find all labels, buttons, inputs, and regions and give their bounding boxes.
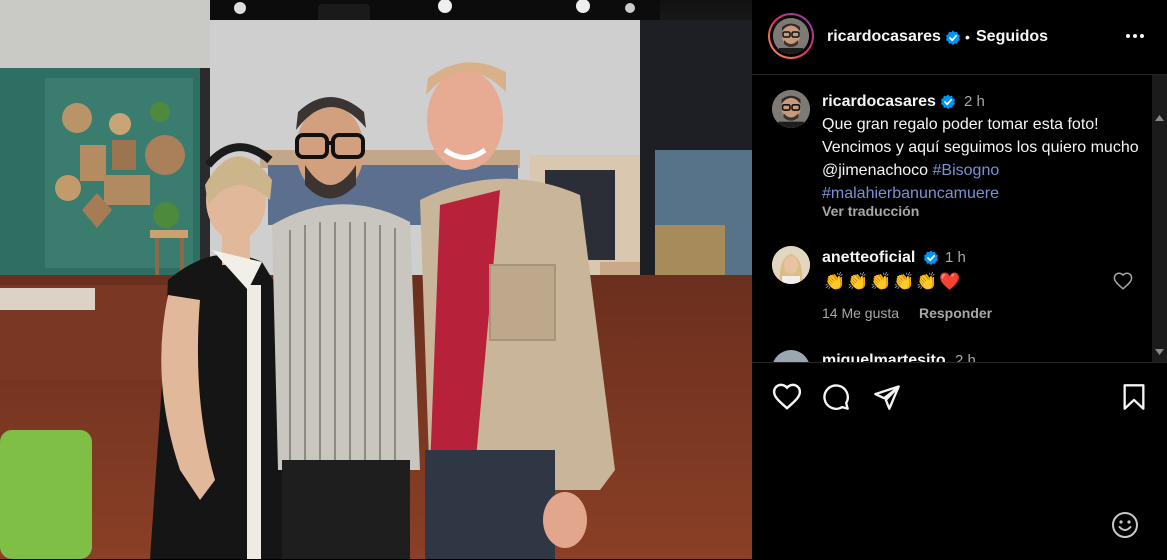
comments-list[interactable]: ricardocasares 2 h Que gran regalo poder… [752,75,1152,362]
post-header: ricardocasares • Seguidos [752,0,1167,75]
mention-link[interactable]: @jimenachoco [822,162,928,179]
reply-button[interactable]: Responder [919,305,992,321]
heart-icon[interactable] [772,383,802,410]
hashtag-link[interactable]: #malahierbanuncamuere [822,185,999,202]
avatar [773,18,809,54]
verified-badge-icon [946,30,960,46]
post-username[interactable]: ricardocasares [827,28,941,46]
scroll-down-arrow-icon[interactable] [1155,349,1164,355]
comment-time: 1 h [945,249,966,266]
comment-text: 👏 👏 👏 👏 👏 ❤️ [824,272,961,292]
post-image [0,0,752,559]
caption-body: Que gran regalo poder tomar esta foto! V… [822,116,1139,156]
comment-avatar[interactable] [772,246,810,284]
story-ring[interactable] [768,13,814,59]
clapping-hands-emoji: 👏 [916,272,938,291]
caption-text: Que gran regalo poder tomar esta foto! V… [822,113,1142,205]
separator-dot: • [965,29,970,45]
comment-avatar[interactable] [772,350,810,362]
clapping-hands-emoji: 👏 [824,272,846,291]
following-button[interactable]: Seguidos [976,28,1048,46]
caption-avatar[interactable] [772,90,810,128]
comment-username[interactable]: miguelmartesito [822,352,946,362]
bookmark-icon[interactable] [1122,383,1146,411]
comments-scrollbar[interactable] [1152,75,1167,362]
clapping-hands-emoji: 👏 [870,272,892,291]
caption-time: 2 h [964,93,985,110]
hashtag-link[interactable]: #Bisogno [933,162,1000,179]
comment-username[interactable]: anetteoficial [822,249,915,267]
clapping-hands-emoji: 👏 [847,272,869,291]
comment-likes-count[interactable]: 14 Me gusta [822,305,899,321]
post-actions-bar [752,362,1167,560]
post-details-panel: ricardocasares • Seguidos ricardocasares… [752,0,1167,559]
comment-time: 2 h [955,352,976,362]
comment-icon[interactable] [822,383,850,411]
scroll-up-arrow-icon[interactable] [1155,115,1164,121]
red-heart-emoji: ❤️ [939,272,961,291]
more-horizontal-icon[interactable] [1124,28,1146,44]
clapping-hands-emoji: 👏 [893,272,915,291]
caption-username[interactable]: ricardocasares [822,93,936,111]
verified-badge-icon [924,250,938,266]
comment-like-heart-icon[interactable] [1113,272,1133,290]
emoji-icon[interactable] [1111,511,1139,539]
post-photo[interactable] [0,0,752,559]
verified-badge-icon [941,94,955,110]
translate-link[interactable]: Ver traducción [822,203,919,219]
share-icon[interactable] [873,384,901,410]
